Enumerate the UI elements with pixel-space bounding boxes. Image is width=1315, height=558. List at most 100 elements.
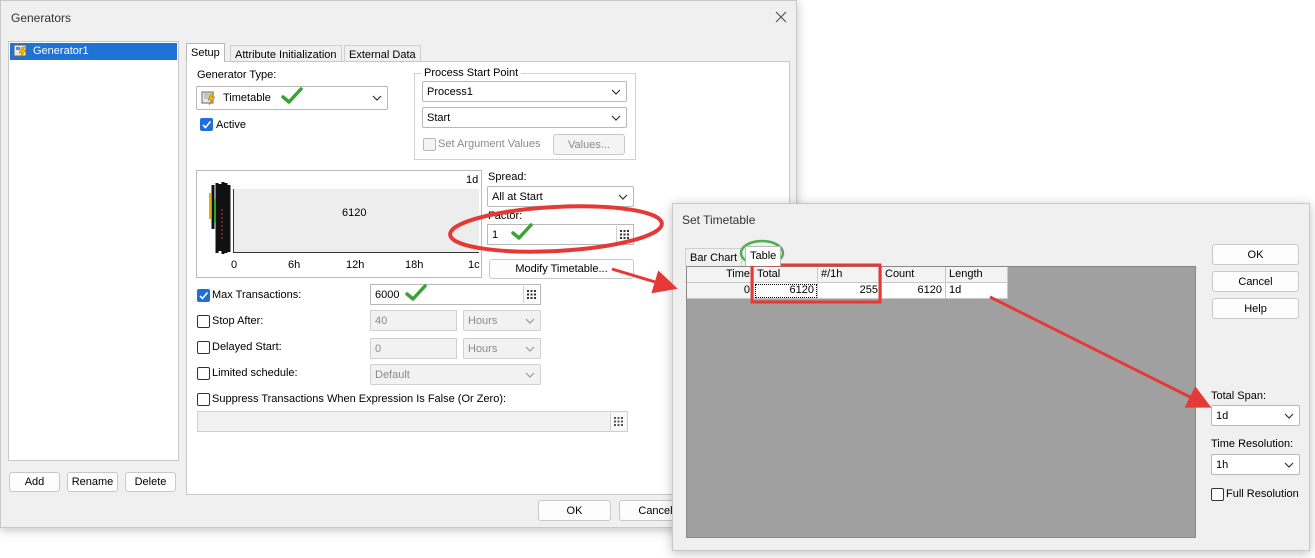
timetable-icon bbox=[201, 90, 217, 106]
factor-input[interactable]: 1 bbox=[487, 224, 634, 245]
stop-after-unit-select[interactable]: Hours bbox=[463, 310, 541, 331]
spread-value: All at Start bbox=[492, 190, 543, 203]
timetable-grid[interactable]: Time Total #/1h Count Length 0 6120 255 … bbox=[686, 266, 1196, 538]
timetable-cancel-button[interactable]: Cancel bbox=[1212, 271, 1299, 292]
column-header-length[interactable]: Length bbox=[946, 267, 1008, 283]
suppress-checkbox[interactable] bbox=[197, 393, 210, 406]
stop-after-input[interactable]: 40 bbox=[370, 310, 457, 331]
table-row-length[interactable]: 1d bbox=[946, 283, 1008, 299]
table-row-time[interactable]: 0 bbox=[687, 283, 754, 299]
table-row-count[interactable]: 6120 bbox=[882, 283, 946, 299]
set-timetable-window: Set Timetable Bar Chart Table Time Total… bbox=[672, 203, 1310, 551]
time-resolution-label: Time Resolution: bbox=[1211, 438, 1294, 450]
chevron-down-icon bbox=[1284, 413, 1294, 419]
column-header-total[interactable]: Total bbox=[754, 267, 818, 283]
window-title: Set Timetable bbox=[682, 213, 756, 227]
limited-schedule-value: Default bbox=[375, 368, 410, 381]
spread-select[interactable]: All at Start bbox=[487, 186, 634, 207]
limited-schedule-label: Limited schedule: bbox=[212, 367, 298, 379]
grid-icon[interactable] bbox=[523, 286, 539, 303]
chart-marks bbox=[209, 182, 231, 254]
window-title: Generators bbox=[11, 11, 72, 25]
spread-label: Spread: bbox=[488, 171, 527, 183]
set-argument-values-checkbox[interactable] bbox=[423, 138, 436, 151]
grid-icon[interactable] bbox=[616, 226, 632, 243]
delayed-start-value: 0 bbox=[375, 342, 382, 355]
stop-after-checkbox[interactable] bbox=[197, 315, 210, 328]
close-icon[interactable] bbox=[773, 9, 789, 25]
start-select[interactable]: Start bbox=[422, 107, 627, 128]
green-checkmark-icon bbox=[281, 87, 303, 104]
total-span-label: Total Span: bbox=[1211, 390, 1267, 402]
green-checkmark-icon bbox=[405, 284, 427, 301]
stop-after-label: Stop After: bbox=[212, 315, 264, 327]
process-start-point-label: Process Start Point bbox=[421, 67, 522, 79]
check-icon bbox=[202, 120, 212, 129]
time-resolution-value: 1h bbox=[1216, 458, 1229, 471]
tab-setup[interactable]: Setup bbox=[186, 43, 225, 62]
process-value: Process1 bbox=[427, 85, 473, 98]
x-tick-18h: 18h bbox=[405, 259, 424, 271]
add-button[interactable]: Add bbox=[9, 472, 60, 492]
chevron-down-icon bbox=[618, 194, 628, 200]
table-row-total[interactable]: 6120 bbox=[754, 283, 818, 299]
chevron-down-icon bbox=[525, 318, 535, 324]
chevron-down-icon bbox=[611, 89, 621, 95]
chart-bar-value: 6120 bbox=[342, 207, 367, 219]
timetable-help-button[interactable]: Help bbox=[1212, 298, 1299, 319]
list-item-label: Generator1 bbox=[33, 45, 89, 57]
generator-type-label: Generator Type: bbox=[197, 69, 277, 81]
chart-plot-area bbox=[233, 189, 479, 253]
list-item[interactable]: Generator1 bbox=[10, 43, 177, 60]
timetable-chart: 6120 1d 0 6h 12h 18h 1c bbox=[196, 170, 482, 278]
x-tick-12h: 12h bbox=[346, 259, 365, 271]
delayed-start-label: Delayed Start: bbox=[212, 341, 282, 353]
total-span-value: 1d bbox=[1216, 409, 1229, 422]
values-button[interactable]: Values... bbox=[553, 134, 625, 155]
full-resolution-label: Full Resolution bbox=[1226, 488, 1299, 500]
column-header-per-hour[interactable]: #/1h bbox=[818, 267, 882, 283]
set-argument-values-label: Set Argument Values bbox=[438, 138, 541, 150]
tab-bar-chart[interactable]: Bar Chart bbox=[685, 248, 743, 266]
check-icon bbox=[199, 291, 209, 300]
delayed-start-checkbox[interactable] bbox=[197, 341, 210, 354]
modify-timetable-button[interactable]: Modify Timetable... bbox=[489, 259, 634, 279]
generator-list[interactable]: Generator1 bbox=[8, 41, 179, 461]
chevron-down-icon bbox=[611, 115, 621, 121]
full-resolution-checkbox[interactable] bbox=[1211, 488, 1224, 501]
generators-ok-button[interactable]: OK bbox=[538, 500, 611, 521]
total-span-select[interactable]: 1d bbox=[1211, 405, 1300, 426]
tab-table[interactable]: Table bbox=[745, 246, 782, 266]
max-transactions-checkbox[interactable] bbox=[197, 289, 210, 302]
table-row-per-hour[interactable]: 255 bbox=[818, 283, 882, 299]
delete-button[interactable]: Delete bbox=[125, 472, 176, 492]
grid-icon[interactable] bbox=[610, 413, 626, 430]
tab-attribute-initialization[interactable]: Attribute Initialization bbox=[230, 45, 342, 62]
stop-after-value: 40 bbox=[375, 314, 388, 327]
start-value: Start bbox=[427, 111, 451, 124]
x-tick-0: 0 bbox=[231, 259, 238, 271]
factor-label: Factor: bbox=[488, 210, 523, 222]
x-tick-6h: 6h bbox=[288, 259, 301, 271]
tab-external-data[interactable]: External Data bbox=[344, 45, 421, 62]
max-transactions-input[interactable]: 6000 bbox=[370, 284, 541, 305]
limited-schedule-checkbox[interactable] bbox=[197, 367, 210, 380]
timetable-ok-button[interactable]: OK bbox=[1212, 244, 1299, 265]
chevron-down-icon bbox=[1284, 462, 1294, 468]
suppress-label: Suppress Transactions When Expression Is… bbox=[212, 393, 507, 405]
delayed-start-unit-value: Hours bbox=[468, 342, 498, 355]
process-select[interactable]: Process1 bbox=[422, 81, 627, 102]
limited-schedule-select[interactable]: Default bbox=[370, 364, 541, 385]
column-header-time[interactable]: Time bbox=[687, 267, 754, 283]
active-label: Active bbox=[216, 119, 246, 131]
rename-button[interactable]: Rename bbox=[67, 472, 118, 492]
time-resolution-select[interactable]: 1h bbox=[1211, 454, 1300, 475]
green-checkmark-icon bbox=[511, 223, 533, 240]
stop-after-unit-value: Hours bbox=[468, 314, 498, 327]
chevron-down-icon bbox=[525, 372, 535, 378]
column-header-count[interactable]: Count bbox=[882, 267, 946, 283]
delayed-start-unit-select[interactable]: Hours bbox=[463, 338, 541, 359]
suppress-expression-input[interactable] bbox=[197, 411, 628, 432]
active-checkbox[interactable] bbox=[200, 118, 213, 131]
delayed-start-input[interactable]: 0 bbox=[370, 338, 457, 359]
